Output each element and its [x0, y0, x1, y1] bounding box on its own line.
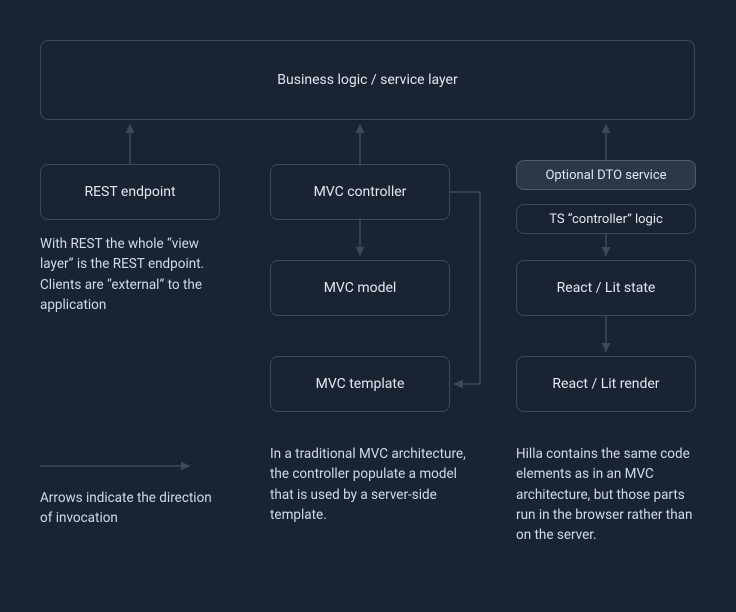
- rest-endpoint-label: REST endpoint: [84, 184, 175, 200]
- rest-description: With REST the whole “view layer” is the …: [40, 234, 230, 315]
- dto-service-label: Optional DTO service: [545, 168, 666, 183]
- ts-controller-label: TS “controller” logic: [549, 212, 663, 227]
- react-render-box: React / Lit render: [516, 356, 696, 412]
- rest-endpoint-box: REST endpoint: [40, 164, 220, 220]
- legend-text: Arrows indicate the direction of invocat…: [40, 488, 220, 529]
- react-render-label: React / Lit render: [552, 376, 659, 392]
- hilla-description: Hilla contains the same code elements as…: [516, 444, 706, 545]
- mvc-template-label: MVC template: [316, 376, 405, 392]
- service-layer-label: Business logic / service layer: [277, 72, 457, 88]
- mvc-description: In a traditional MVC architecture, the c…: [270, 444, 470, 525]
- dto-service-box: Optional DTO service: [516, 160, 696, 190]
- service-layer-box: Business logic / service layer: [40, 40, 695, 120]
- mvc-model-box: MVC model: [270, 260, 450, 316]
- mvc-controller-box: MVC controller: [270, 164, 450, 220]
- mvc-controller-label: MVC controller: [314, 184, 407, 200]
- ts-controller-box: TS “controller” logic: [516, 204, 696, 234]
- react-state-label: React / Lit state: [557, 280, 656, 296]
- mvc-template-box: MVC template: [270, 356, 450, 412]
- react-state-box: React / Lit state: [516, 260, 696, 316]
- mvc-model-label: MVC model: [324, 280, 397, 296]
